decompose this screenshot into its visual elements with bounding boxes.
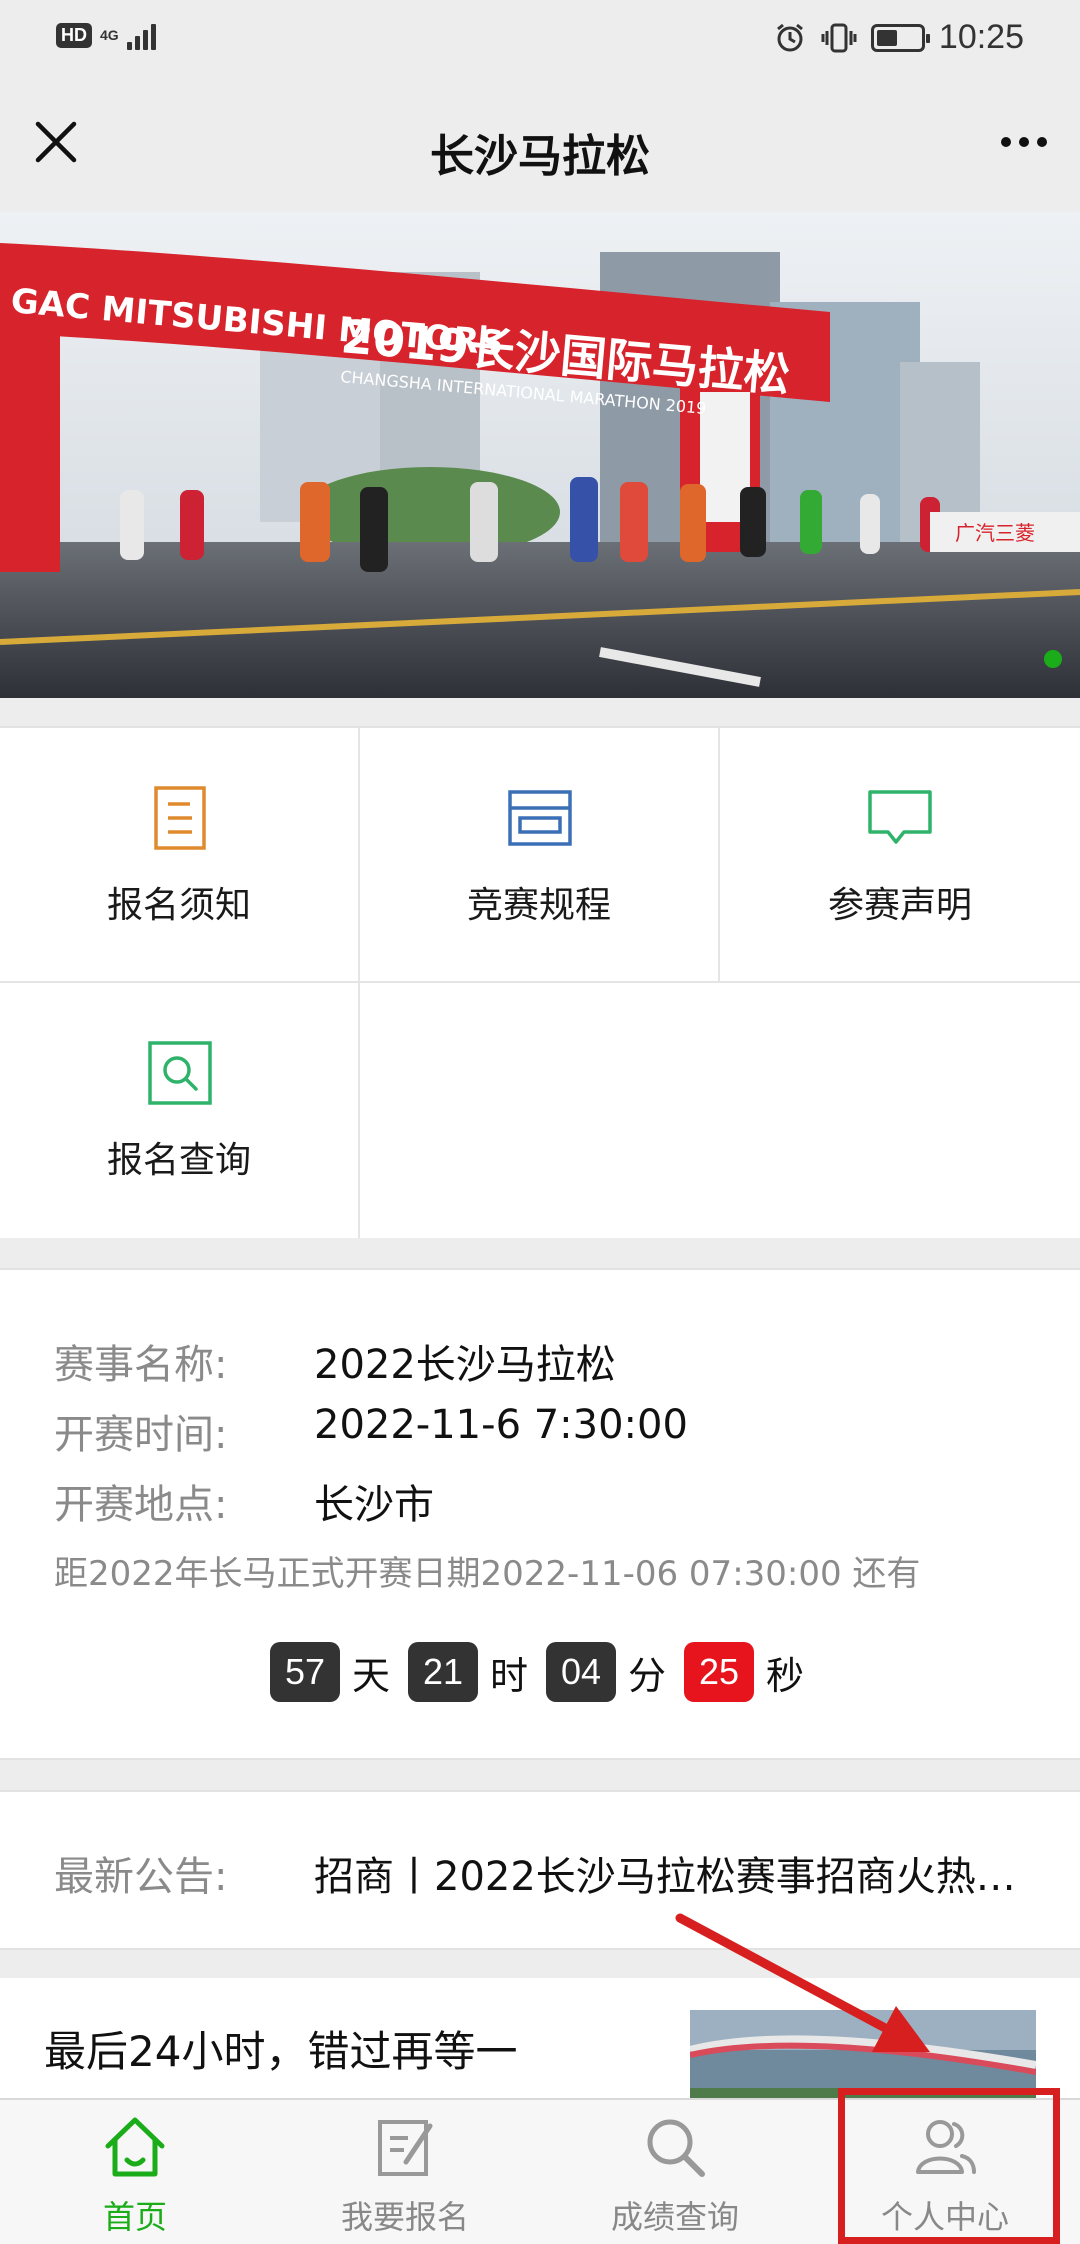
search-icon <box>148 1041 212 1105</box>
countdown-days-unit: 天 <box>351 1653 390 1698</box>
event-place-label: 开赛地点: <box>54 1482 228 1528</box>
countdown-hours-unit: 时 <box>489 1653 528 1698</box>
alarm-icon <box>776 23 803 51</box>
countdown-note: 距2022年长马正式开赛日期2022-11-06 07:30:00 还有 <box>54 1554 921 1594</box>
countdown-minutes: 04 <box>546 1642 616 1702</box>
network-type: 4G <box>100 27 119 43</box>
tab-results[interactable]: 成绩查询 <box>540 2100 810 2244</box>
banner-sponsor: 广汽三菱 <box>955 521 1035 545</box>
notice-text[interactable]: 招商丨2022长沙马拉松赛事招商火热进行中 <box>314 1844 1026 1902</box>
countdown-seconds-unit: 秒 <box>766 1653 805 1698</box>
signal-icon <box>126 20 156 50</box>
event-time-row: 开赛时间: 2022-11-6 7:30:00 <box>54 1402 688 1460</box>
grid-item-label: 报名查询 <box>106 1140 251 1181</box>
grid-item-participation-statement[interactable]: 参赛声明 <box>720 728 1080 983</box>
card-icon <box>508 790 572 846</box>
carousel-indicator[interactable] <box>1044 650 1062 668</box>
event-place-value: 长沙市 <box>314 1482 434 1528</box>
grid-item-registration-query[interactable]: 报名查询 <box>0 983 360 1238</box>
grid-item-registration-notice[interactable]: 报名须知 <box>0 728 360 983</box>
battery-icon <box>870 23 930 52</box>
countdown-hours: 21 <box>407 1642 478 1702</box>
article-thumbnail[interactable] <box>690 2010 1036 2098</box>
grid-empty-cell <box>360 983 1080 1238</box>
countdown-seconds: 25 <box>684 1642 755 1702</box>
grid-item-label: 参赛声明 <box>827 885 972 926</box>
tab-label: 我要报名 <box>340 2198 469 2236</box>
status-bar: HD 4G 10:25 <box>0 0 1080 80</box>
nav-bar: 长沙马拉松 <box>0 80 1080 212</box>
article-title[interactable]: 最后24小时，错过再等一 <box>44 2018 517 2079</box>
article-card[interactable]: 最后24小时，错过再等一 <box>0 1978 1080 2098</box>
status-left: HD 4G <box>56 20 156 50</box>
countdown-minutes-unit: 分 <box>628 1653 667 1698</box>
search-icon <box>647 2119 705 2177</box>
grid-item-label: 竞赛规程 <box>466 885 611 926</box>
grid-item-competition-rules[interactable]: 竞赛规程 <box>360 728 720 983</box>
annotation-highlight-box <box>838 2088 1060 2244</box>
grid-item-label: 报名须知 <box>106 885 251 926</box>
latest-notice[interactable]: 最新公告: 招商丨2022长沙马拉松赛事招商火热进行中 <box>0 1790 1080 1950</box>
status-right: 10:25 <box>773 18 1024 57</box>
event-time-value: 2022-11-6 7:30:00 <box>314 1402 688 1448</box>
banner-carousel[interactable]: GAC MITSUBISHI MOTORS 2019长沙国际马拉松 CHANGS… <box>0 212 1080 698</box>
hd-badge: HD <box>56 22 92 48</box>
banner-image: GAC MITSUBISHI MOTORS 2019长沙国际马拉松 CHANGS… <box>0 212 1080 698</box>
tab-register[interactable]: 我要报名 <box>270 2100 540 2244</box>
chat-bubble-icon <box>868 790 932 844</box>
notice-label: 最新公告: <box>54 1854 228 1900</box>
tab-label: 首页 <box>102 2198 167 2236</box>
edit-icon <box>378 2120 433 2176</box>
page-title: 长沙马拉松 <box>430 131 650 182</box>
event-name-label: 赛事名称: <box>54 1342 228 1388</box>
vibrate-icon <box>821 23 857 52</box>
tab-home[interactable]: 首页 <box>0 2100 270 2244</box>
event-name-row: 赛事名称: 2022长沙马拉松 <box>54 1332 616 1390</box>
event-place-row: 开赛地点: 长沙市 <box>54 1472 434 1530</box>
document-icon <box>154 786 206 850</box>
event-info: 赛事名称: 2022长沙马拉松 开赛时间: 2022-11-6 7:30:00 … <box>0 1268 1080 1760</box>
function-grid: 报名须知 竞赛规程 参赛声明 报名查询 <box>0 726 1080 1238</box>
countdown-timer: 57 天 21 时 04 分 25 秒 <box>0 1642 1080 1702</box>
home-icon <box>105 2117 165 2177</box>
event-name-value: 2022长沙马拉松 <box>314 1342 616 1388</box>
tab-label: 成绩查询 <box>610 2198 739 2236</box>
clock: 10:25 <box>938 18 1024 56</box>
more-icon[interactable] <box>994 116 1054 168</box>
event-time-label: 开赛时间: <box>54 1412 228 1458</box>
countdown-days: 57 <box>269 1642 340 1702</box>
